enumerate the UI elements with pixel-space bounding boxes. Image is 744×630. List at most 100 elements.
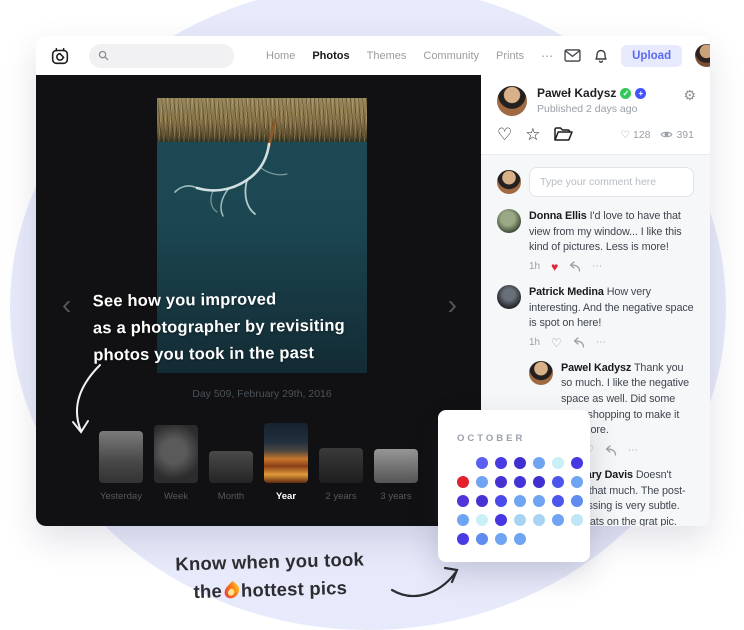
calendar-day-dot[interactable] <box>514 476 526 488</box>
nav-link-community[interactable]: Community <box>423 50 479 62</box>
gear-icon[interactable]: ⚙ <box>683 87 696 104</box>
heart-icon: ♡ <box>621 129 630 141</box>
reply-icon[interactable] <box>573 337 585 348</box>
calendar-day-dot[interactable] <box>495 533 507 545</box>
thumbnail-image[interactable] <box>99 431 143 483</box>
nav-icon-buttons: Upload <box>564 44 710 67</box>
timeline-thumbnails: Yesterday Week Month Year 2 years <box>36 423 481 502</box>
calendar-day-dot[interactable] <box>533 457 545 469</box>
timeline-item-3-years[interactable]: 3 years <box>374 449 418 502</box>
calendar-day-dot[interactable] <box>514 457 526 469</box>
nav-more-icon[interactable]: ⋯ <box>541 49 554 63</box>
commenter-name[interactable]: Donna Ellis <box>529 210 587 222</box>
comment-input[interactable] <box>529 167 694 197</box>
calendar-month-label: OCTOBER <box>457 433 590 444</box>
views-count: 391 <box>660 129 694 141</box>
comment-time: 1h <box>529 261 540 272</box>
calendar-day-dot[interactable] <box>533 514 545 526</box>
thumbnail-image[interactable] <box>374 449 418 483</box>
calendar-day-dot[interactable] <box>514 514 526 526</box>
calendar-day-dot[interactable] <box>476 457 488 469</box>
commenter-name[interactable]: Pawel Kadysz <box>561 362 631 374</box>
calendar-day-dot[interactable] <box>514 495 526 507</box>
like-heart-icon[interactable]: ♡ <box>497 126 512 143</box>
plus-badge-icon: + <box>635 88 646 99</box>
thumbnail-image[interactable] <box>209 451 253 483</box>
comment-donna-ellis: Donna Ellis I'd love to have that view f… <box>497 209 694 273</box>
comment-like-icon[interactable]: ♥ <box>551 261 558 273</box>
calendar-day-dot[interactable] <box>476 476 488 488</box>
user-avatar[interactable] <box>695 44 710 67</box>
calendar-day-dot[interactable] <box>495 514 507 526</box>
calendar-day-dot[interactable] <box>476 495 488 507</box>
timeline-item-month[interactable]: Month <box>209 451 253 502</box>
verified-badge-icon: ✓ <box>620 88 631 99</box>
calendar-day-dot[interactable] <box>514 533 526 545</box>
bell-icon[interactable] <box>594 48 608 64</box>
search-bar[interactable] <box>89 44 234 68</box>
author-avatar[interactable] <box>497 86 527 116</box>
thumbnail-image[interactable] <box>319 448 363 483</box>
commenter-avatar[interactable] <box>497 209 521 233</box>
reply-icon[interactable] <box>605 445 617 456</box>
calendar-day-dot[interactable] <box>457 514 469 526</box>
calendar-day-dot[interactable] <box>571 514 583 526</box>
calendar-day-dot[interactable] <box>476 514 488 526</box>
next-photo-chevron[interactable]: › <box>448 291 457 319</box>
comment-like-icon[interactable]: ♡ <box>551 337 562 349</box>
comment-more-icon[interactable]: ⋯ <box>628 445 639 456</box>
calendar-day-dot[interactable] <box>495 495 507 507</box>
app-window: Home Photos Themes Community Prints ⋯ Up… <box>36 36 710 526</box>
thumbnail-image[interactable] <box>264 423 308 483</box>
nav-link-photos[interactable]: Photos <box>312 50 349 62</box>
commenter-avatar[interactable] <box>497 285 521 309</box>
calendar-day-dot[interactable] <box>457 495 469 507</box>
calendar-dot-grid <box>457 457 590 545</box>
reply-icon[interactable] <box>569 261 581 272</box>
comment-more-icon[interactable]: ⋯ <box>592 261 603 272</box>
nav-link-themes[interactable]: Themes <box>367 50 407 62</box>
comment-more-icon[interactable]: ⋯ <box>596 337 607 348</box>
favorite-star-icon[interactable]: ☆ <box>525 126 540 143</box>
calendar-day-dot[interactable] <box>552 514 564 526</box>
photo-actions: ♡ ☆ ♡ 128 391 <box>481 122 710 154</box>
nav-link-prints[interactable]: Prints <box>496 50 524 62</box>
commenter-name[interactable]: Patrick Medina <box>529 286 604 298</box>
photo-viewer: ‹ › See how you improved as a photograph… <box>36 75 481 526</box>
tookapic-logo-icon[interactable] <box>49 44 71 68</box>
add-to-album-folder-icon[interactable] <box>554 127 573 142</box>
thumbnail-image[interactable] <box>154 425 198 483</box>
timeline-item-week[interactable]: Week <box>154 425 198 502</box>
calendar-day-dot[interactable] <box>533 476 545 488</box>
timeline-item-year[interactable]: Year <box>264 423 308 502</box>
calendar-day-dot[interactable] <box>495 457 507 469</box>
comment-time: 1h <box>529 337 540 348</box>
nav-link-home[interactable]: Home <box>266 50 295 62</box>
calendar-day-dot[interactable] <box>457 533 469 545</box>
marketing-overlay-text: See how you improved as a photographer b… <box>93 286 346 370</box>
marketing-bottom-text: Know when you took thehottest pics <box>151 545 388 607</box>
calendar-day-dot[interactable] <box>552 495 564 507</box>
calendar-day-dot[interactable] <box>571 457 583 469</box>
calendar-day-dot[interactable] <box>495 476 507 488</box>
comment-patrick-medina: Patrick Medina How very interesting. And… <box>497 285 694 349</box>
timeline-item-yesterday[interactable]: Yesterday <box>99 431 143 502</box>
author-header: Paweł Kadysz ✓ + Published 2 days ago ⚙ <box>481 75 710 122</box>
likes-count: ♡ 128 <box>621 129 651 141</box>
timeline-item-2-years[interactable]: 2 years <box>319 448 363 502</box>
calendar-day-dot[interactable] <box>571 476 583 488</box>
prev-photo-chevron[interactable]: ‹ <box>62 291 71 319</box>
commenter-avatar[interactable] <box>529 361 553 385</box>
calendar-day-dot[interactable] <box>533 495 545 507</box>
calendar-day-dot[interactable] <box>552 476 564 488</box>
published-time: Published 2 days ago <box>537 103 646 115</box>
fire-emoji-icon <box>221 581 241 602</box>
calendar-day-dot[interactable] <box>571 495 583 507</box>
calendar-day-dot[interactable] <box>457 476 469 488</box>
mail-icon[interactable] <box>564 49 581 62</box>
author-name[interactable]: Paweł Kadysz <box>537 86 616 100</box>
upload-button[interactable]: Upload <box>621 45 682 67</box>
calendar-day-dot[interactable] <box>476 533 488 545</box>
search-input[interactable] <box>115 50 225 61</box>
calendar-day-dot[interactable] <box>552 457 564 469</box>
